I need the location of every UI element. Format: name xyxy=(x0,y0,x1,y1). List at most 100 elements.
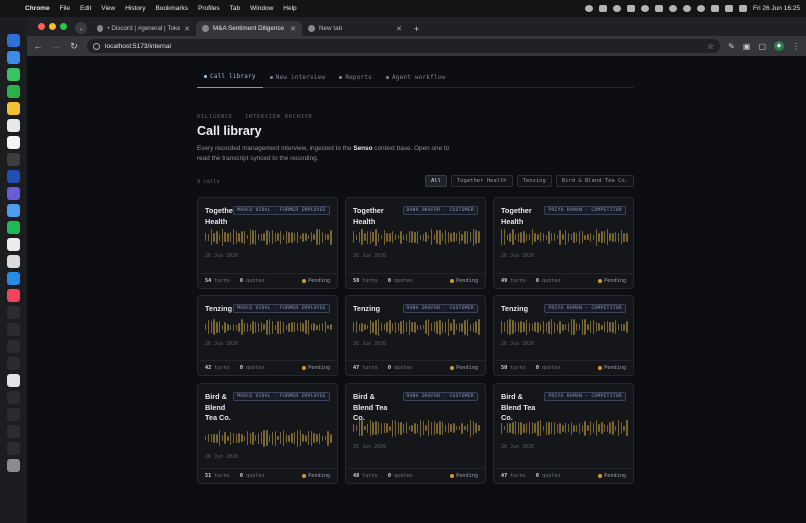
menu-profiles[interactable]: Profiles xyxy=(193,5,225,12)
trash-icon[interactable] xyxy=(7,459,20,472)
dock-app-icon[interactable] xyxy=(7,238,20,251)
filter-together-health-button[interactable]: Together Health xyxy=(450,175,513,187)
menu-app-name[interactable]: Chrome xyxy=(20,5,55,12)
play-icon[interactable] xyxy=(669,5,678,12)
filter-bird-blend-button[interactable]: Bird & Blend Tea Co. xyxy=(555,175,634,187)
menu-bookmarks[interactable]: Bookmarks xyxy=(150,5,193,12)
waveform-bar xyxy=(241,434,243,442)
tab-call-library[interactable]: Call library xyxy=(197,66,263,88)
waveform-bar xyxy=(430,323,433,331)
status-badge: Pending xyxy=(598,473,626,479)
filter-all-button[interactable]: All xyxy=(424,175,447,187)
dock-window-thumbnail[interactable] xyxy=(7,374,20,387)
dock-app-icon[interactable] xyxy=(7,51,20,64)
menubar-clock[interactable]: Fri 26 Jun 16:25 xyxy=(753,5,800,12)
site-info-icon[interactable] xyxy=(93,42,100,50)
close-tab-icon[interactable]: ✕ xyxy=(396,25,402,33)
browser-tab-active[interactable]: M&A Sentiment Diligence ✕ xyxy=(196,21,302,36)
call-card[interactable]: Bird & Blend Tea Co. PRIYA RAMAN · COMPET… xyxy=(493,383,634,484)
status-app-icon[interactable] xyxy=(655,5,664,12)
music-icon[interactable] xyxy=(7,289,20,302)
menu-tab[interactable]: Tab xyxy=(225,5,245,12)
battery-icon[interactable] xyxy=(725,5,734,12)
dock-app-icon[interactable] xyxy=(7,119,20,132)
call-card[interactable]: Together Health DANA OKAFOR · CUSTOMER 26 … xyxy=(345,197,486,289)
menu-help[interactable]: Help xyxy=(278,5,301,12)
wifi-icon[interactable] xyxy=(711,5,720,12)
profile-avatar[interactable]: ◆ xyxy=(774,41,784,51)
call-card[interactable]: Bird & Blend Tea Co. DANA OKAFOR · CUSTOM… xyxy=(345,383,486,484)
dock-app-icon[interactable] xyxy=(7,272,20,285)
menu-file[interactable]: File xyxy=(55,5,75,12)
forward-arrow-icon[interactable]: → xyxy=(51,41,61,51)
call-card[interactable]: Tenzing PRIYA RAMAN · COMPETITOR 26 Jun 20… xyxy=(493,295,634,376)
browser-tab-new-tab[interactable]: New tab ✕ xyxy=(302,21,408,36)
finder-icon[interactable] xyxy=(7,34,20,47)
dock-window-thumbnail[interactable] xyxy=(7,340,20,353)
notion-icon[interactable] xyxy=(7,136,20,149)
quotes-count: 0 xyxy=(387,278,391,284)
folder-icon[interactable] xyxy=(627,5,636,12)
minimize-window-button[interactable] xyxy=(49,23,56,30)
spotify-icon[interactable] xyxy=(7,221,20,234)
waveform-bar xyxy=(458,322,461,332)
dock-window-thumbnail[interactable] xyxy=(7,442,20,455)
menu-view[interactable]: View xyxy=(96,5,120,12)
call-card[interactable]: Together Health PRIYA RAMAN · COMPETITOR 2… xyxy=(493,197,634,289)
slack-icon[interactable] xyxy=(7,204,20,217)
menu-window[interactable]: Window xyxy=(245,5,278,12)
card-company-name: Tenzing xyxy=(353,304,381,313)
eyedropper-extension-icon[interactable]: ✎ xyxy=(728,42,735,51)
tab-search-chevron-icon[interactable]: ⌄ xyxy=(75,22,87,34)
back-arrow-icon[interactable]: ← xyxy=(33,41,43,51)
tab-agent-workflow[interactable]: Agent workflow xyxy=(379,66,452,88)
bookmark-star-icon[interactable]: ☆ xyxy=(707,42,714,51)
record-icon[interactable] xyxy=(697,5,706,12)
zoom-window-button[interactable] xyxy=(60,23,67,30)
status-badge: Pending xyxy=(302,473,330,479)
messages-icon[interactable] xyxy=(7,68,20,81)
status-app-icon[interactable] xyxy=(585,5,594,12)
calendar-icon[interactable] xyxy=(7,255,20,268)
extensions-puzzle-icon[interactable]: ▣ xyxy=(743,42,751,51)
vscode-icon[interactable] xyxy=(7,170,20,183)
tab-reports[interactable]: Reports xyxy=(332,66,379,88)
whatsapp-icon[interactable] xyxy=(7,85,20,98)
dock-window-thumbnail[interactable] xyxy=(7,306,20,319)
chrome-icon[interactable] xyxy=(7,102,20,115)
filter-tenzing-button[interactable]: Tenzing xyxy=(516,175,552,187)
browser-tab-discord[interactable]: • Discord | #general | Token… ✕ xyxy=(91,21,196,36)
close-tab-icon[interactable]: ✕ xyxy=(184,25,190,33)
close-tab-icon[interactable]: ✕ xyxy=(290,25,296,33)
side-panel-icon[interactable]: ▢ xyxy=(758,42,766,51)
dock-window-thumbnail[interactable] xyxy=(7,425,20,438)
dock-window-thumbnail[interactable] xyxy=(7,408,20,421)
dock-window-thumbnail[interactable] xyxy=(7,391,20,404)
call-card[interactable]: Together Health MARCO VIDAL · FORMER EMPL… xyxy=(197,197,338,289)
waveform-bar xyxy=(285,324,288,330)
address-bar[interactable]: localhost:5173/internal ☆ xyxy=(87,39,721,53)
cloud-icon[interactable] xyxy=(613,5,622,12)
dock-app-icon[interactable] xyxy=(7,153,20,166)
dock-window-thumbnail[interactable] xyxy=(7,357,20,370)
close-window-button[interactable] xyxy=(38,23,45,30)
tab-new-interview[interactable]: New interview xyxy=(263,66,333,88)
menu-history[interactable]: History xyxy=(120,5,150,12)
waveform-bar xyxy=(472,228,474,246)
new-tab-plus-icon[interactable]: + xyxy=(408,21,425,36)
call-card[interactable]: Bird & Blend Tea Co. MARCO VIDAL · FORMER… xyxy=(197,383,338,484)
spotlight-search-icon[interactable] xyxy=(683,5,692,12)
kebab-menu-icon[interactable]: ⋮ xyxy=(792,42,800,51)
waveform-bar xyxy=(364,426,366,430)
waveform-bar xyxy=(430,421,433,435)
moon-icon[interactable] xyxy=(641,5,650,12)
status-app-icon[interactable] xyxy=(599,5,608,12)
menu-edit[interactable]: Edit xyxy=(75,5,96,12)
call-card[interactable]: Tenzing DANA OKAFOR · CUSTOMER 26 Jun 2026… xyxy=(345,295,486,376)
reload-icon[interactable]: ↻ xyxy=(69,41,79,52)
address-bar-url[interactable]: localhost:5173/internal xyxy=(105,43,171,50)
dock-window-thumbnail[interactable] xyxy=(7,323,20,336)
control-center-icon[interactable] xyxy=(739,5,748,12)
call-card[interactable]: Tenzing MARCO VIDAL · FORMER EMPLOYEE 26 J… xyxy=(197,295,338,376)
dock-app-icon[interactable] xyxy=(7,187,20,200)
